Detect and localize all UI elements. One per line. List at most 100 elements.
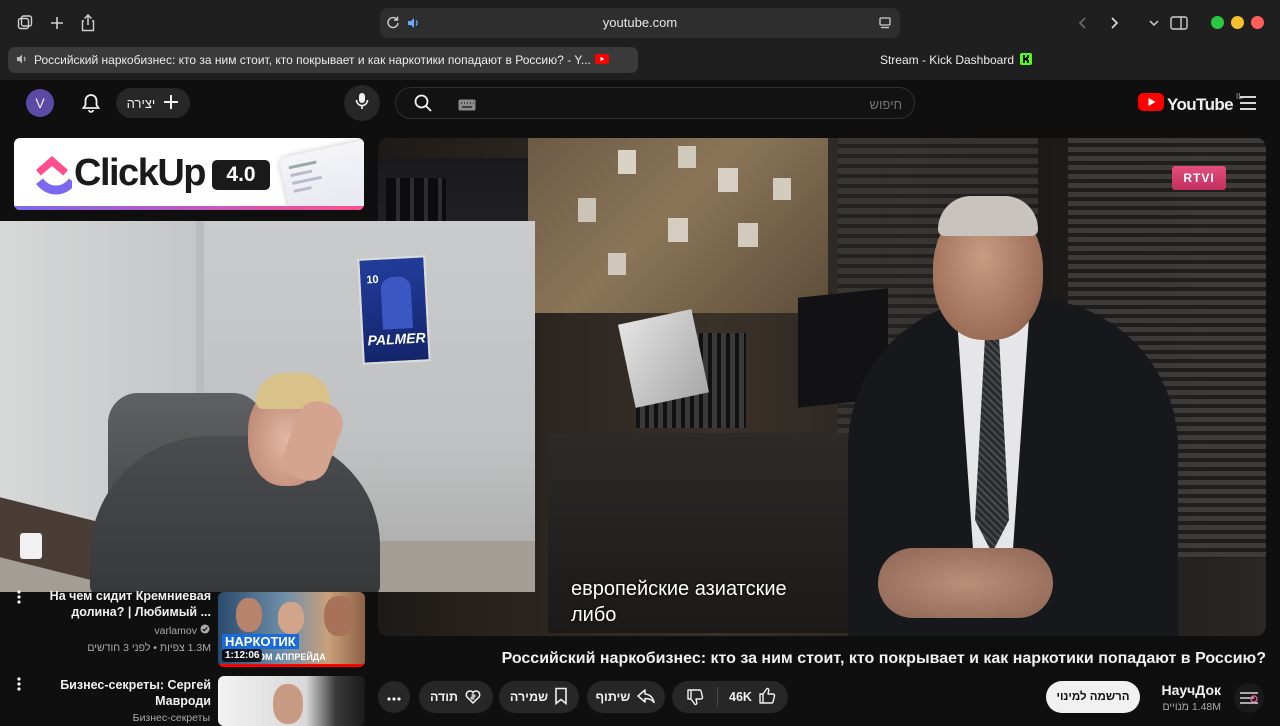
related-thumbnail[interactable]: НАРКОТИК ОМ АППРЕЙДА 1:12:06 [218, 592, 365, 667]
related-thumbnail[interactable] [218, 676, 365, 726]
related-title[interactable]: На чем сидит Кремниевая долина? | Любимы… [40, 588, 211, 620]
channel-bug: RTVI [1172, 166, 1226, 190]
poster-name: PALMER [367, 329, 426, 349]
keyboard-icon[interactable] [458, 98, 476, 116]
minimize-dot[interactable] [1231, 16, 1244, 29]
thumb-face [278, 602, 304, 634]
book [617, 309, 710, 408]
clickup-logo-icon [32, 150, 76, 201]
microphone-icon [355, 92, 369, 115]
youtube-logo-text: YouTube [1167, 94, 1234, 114]
tab-title: Stream - Kick Dashboard [879, 53, 1015, 67]
new-tab-icon[interactable] [45, 11, 69, 35]
thumb-text: НАРКОТИК [222, 634, 299, 649]
board-photo [668, 218, 688, 242]
thumb-face [273, 684, 303, 724]
channel-avatar[interactable] [1234, 683, 1264, 713]
related-meta: 1.3M צפיות • לפני 3 חודשים [87, 642, 211, 654]
related-title-line: Мавроди [155, 694, 211, 708]
related-title-line: На чем сидит Кремниевая [49, 589, 211, 603]
like-icon[interactable] [758, 687, 776, 708]
board-photo [738, 223, 758, 247]
youtube-favicon-icon [594, 53, 609, 67]
duration-badge: 1:12:06 [222, 649, 263, 662]
maximize-dot[interactable] [1211, 16, 1224, 29]
interviewee-hands [878, 548, 1053, 618]
ad-banner[interactable]: ClickUp 4.0 [14, 138, 364, 210]
bookmark-icon [554, 687, 568, 708]
related-title-line: Бизнес-секреты: Сергей [60, 678, 211, 692]
related-channel[interactable]: varlamov [100, 624, 210, 637]
thumb-face [324, 596, 354, 636]
plus-icon [163, 94, 179, 113]
dislike-icon[interactable] [686, 688, 704, 709]
address-bar[interactable]: youtube.com [380, 8, 900, 38]
browser-chrome: youtube.com Российский наркобизнес: кто … [0, 0, 1280, 80]
forward-arrow-icon[interactable] [1102, 11, 1126, 35]
subscriber-count: 1.48M מנויים [1162, 701, 1222, 713]
save-label: שמירה [509, 690, 549, 704]
youtube-logo[interactable]: YouTube IL [1138, 92, 1243, 116]
channel-bug-text: RTVI [1183, 171, 1215, 185]
more-horizontal-icon [387, 688, 401, 706]
create-label: יצירה [126, 95, 156, 111]
wall-poster: 10 PALMER [357, 255, 431, 365]
search-box[interactable] [395, 87, 915, 119]
thumb-face [236, 598, 262, 632]
share-arrow-icon [636, 688, 656, 707]
tab-kick-dashboard[interactable]: Stream - Kick Dashboard [640, 47, 1272, 73]
more-actions-button[interactable] [378, 681, 410, 713]
menu-hamburger-icon[interactable] [1239, 95, 1257, 116]
avatar[interactable]: V [26, 89, 54, 117]
close-dot[interactable] [1251, 16, 1264, 29]
like-count[interactable]: 46K [729, 690, 752, 704]
share-icon[interactable] [76, 11, 100, 35]
tab-title: Российский наркобизнес: кто за ним стоит… [34, 53, 591, 67]
related-title[interactable]: Бизнес-секреты: Сергей Мавроди [40, 677, 211, 709]
speaker-icon[interactable] [16, 53, 28, 68]
verified-icon [200, 624, 210, 637]
save-button[interactable]: שמירה [499, 681, 579, 713]
subscribe-label: הרשמה למינוי [1056, 691, 1130, 703]
related-title-line: долина? | Любимый ... [71, 605, 211, 619]
thanks-button[interactable]: תודה [419, 681, 493, 713]
nauchdok-logo-icon [1240, 692, 1258, 704]
notifications-bell-icon[interactable] [80, 92, 102, 119]
kick-favicon-icon [1020, 52, 1033, 68]
subscribe-button[interactable]: הרשמה למינוי [1046, 681, 1140, 713]
super-thanks-icon [464, 687, 482, 708]
board-photo [773, 178, 791, 200]
avatar-letter: V [35, 95, 45, 111]
board-photo [618, 150, 636, 174]
sidebar-toggle-icon[interactable] [1167, 11, 1191, 35]
divider [717, 687, 718, 707]
related-more-icon[interactable] [16, 677, 22, 696]
board-photo [678, 146, 696, 168]
tab-overview-icon[interactable] [13, 11, 37, 35]
create-button[interactable]: יצירה [116, 88, 190, 118]
related-channel-name: varlamov [154, 624, 197, 637]
url-text: youtube.com [602, 15, 678, 30]
reader-mode-icon[interactable] [878, 16, 892, 35]
voice-search-button[interactable] [344, 85, 380, 121]
board-photo [608, 253, 626, 275]
watch-progress [218, 664, 365, 667]
board-photo [718, 168, 738, 192]
back-arrow-icon[interactable] [1071, 11, 1095, 35]
ad-bottom-bar [14, 206, 364, 210]
youtube-logo-icon [1138, 93, 1164, 116]
related-channel[interactable]: Бизнес-секреты [100, 712, 210, 724]
subtitle-line: европейские азиатские [571, 578, 787, 600]
search-icon[interactable] [413, 93, 433, 118]
share-label: שיתוף [595, 690, 631, 704]
like-dislike-group: 46K [672, 681, 788, 713]
related-more-icon[interactable] [16, 590, 22, 609]
board-photo [578, 198, 596, 222]
tab-youtube-video[interactable]: Российский наркобизнес: кто за ним стоит… [8, 47, 638, 73]
search-input[interactable] [522, 94, 902, 114]
share-button[interactable]: שיתוף [587, 681, 665, 713]
chevron-down-icon[interactable] [1142, 11, 1166, 35]
interviewee-hair [938, 196, 1038, 236]
webcam-overlay: 10 PALMER [0, 221, 535, 592]
channel-name[interactable]: НаучДок [1150, 682, 1221, 698]
